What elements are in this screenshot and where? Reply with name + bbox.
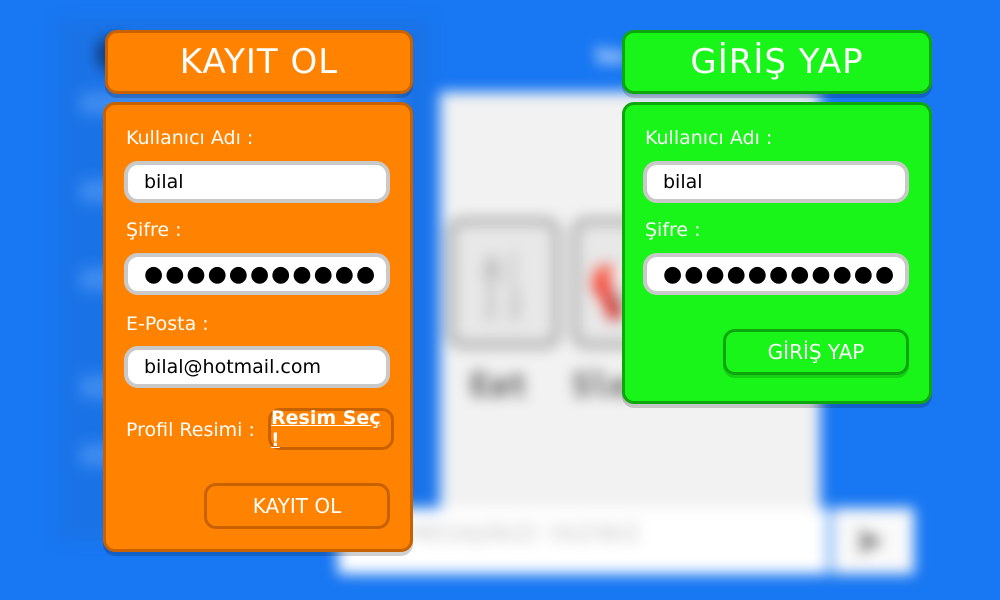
profile-picture-label: Profil Resimi :	[126, 419, 255, 441]
login-password-input[interactable]: ●●●●●●●●●●●	[643, 253, 909, 295]
register-form: Kullanıcı Adı : bilal Şifre : ●●●●●●●●●●…	[103, 102, 413, 552]
register-password-input[interactable]: ●●●●●●●●●●●	[124, 253, 390, 295]
login-title: GİRİŞ YAP	[622, 30, 932, 94]
register-title: KAYIT OL	[105, 30, 413, 94]
register-username-value: bilal	[144, 171, 184, 193]
login-username-value: bilal	[663, 171, 703, 193]
register-password-value: ●●●●●●●●●●●	[144, 261, 378, 287]
choose-image-button[interactable]: Resim Seç !	[268, 407, 394, 451]
register-username-input[interactable]: bilal	[124, 161, 390, 203]
login-password-label: Şifre :	[645, 219, 701, 241]
register-title-text: KAYIT OL	[179, 42, 339, 82]
login-title-text: GİRİŞ YAP	[690, 42, 864, 82]
fork-knife-icon: 🍴	[448, 218, 560, 348]
send-icon: ➤	[832, 508, 914, 574]
login-form: Kullanıcı Adı : bilal Şifre : ●●●●●●●●●●…	[622, 102, 932, 404]
register-submit-button[interactable]: KAYIT OL	[204, 483, 390, 529]
register-email-input[interactable]: bilal@hotmail.com	[124, 346, 390, 388]
login-username-input[interactable]: bilal	[643, 161, 909, 203]
login-username-label: Kullanıcı Adı :	[645, 127, 773, 149]
login-password-value: ●●●●●●●●●●●	[663, 261, 897, 287]
register-password-label: Şifre :	[126, 219, 182, 241]
register-email-label: E-Posta :	[126, 313, 209, 335]
login-submit-button[interactable]: GİRİŞ YAP	[723, 329, 909, 375]
register-email-value: bilal@hotmail.com	[144, 356, 321, 378]
background-message-placeholder: MESAJINIZI YAZINIZ	[410, 522, 642, 547]
background-tile-label: Eat	[470, 366, 528, 404]
register-username-label: Kullanıcı Adı :	[126, 127, 254, 149]
